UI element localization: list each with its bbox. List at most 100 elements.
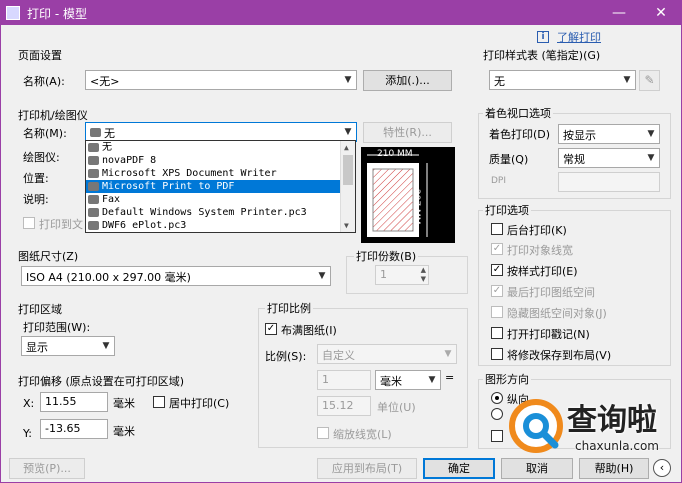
scale-unit2-label: 单位(U): [377, 401, 416, 414]
scale-unit-select[interactable]: 毫米 ▼: [375, 370, 441, 390]
plot-area-title: 打印区域: [18, 303, 62, 316]
plot-range-value: 显示: [26, 341, 48, 354]
scale-lineweights-checkbox[interactable]: 缩放线宽(L): [317, 426, 392, 442]
printer-option[interactable]: Default Windows System Printer.pc3: [86, 206, 340, 219]
background-plot-checkbox[interactable]: 后台打印(K): [491, 222, 567, 238]
paper-preview: 210 MM 297 MM: [361, 147, 455, 243]
shaded-viewport-title: 着色视口选项: [483, 105, 553, 121]
x-offset-input[interactable]: 11.55: [40, 392, 108, 412]
page-setup-name-value: <无>: [90, 75, 120, 88]
learn-printing-link[interactable]: 了解打印: [557, 29, 601, 45]
center-plot-label: 居中打印(C): [169, 397, 230, 410]
printer-option[interactable]: Microsoft XPS Document Writer: [86, 167, 340, 180]
chevron-down-icon: ▼: [428, 375, 436, 385]
scale-value1-input[interactable]: 1: [317, 370, 371, 390]
hide-paperspace-objects-checkbox[interactable]: 隐藏图纸空间对象(J): [491, 305, 607, 321]
chevron-down-icon: ▼: [444, 349, 452, 359]
scale-lineweights-label: 缩放线宽(L): [333, 428, 392, 441]
edit-plot-style-button[interactable]: ✎: [639, 70, 660, 91]
printer-properties-button[interactable]: 特性(R)...: [363, 122, 452, 143]
printer-dropdown-list[interactable]: 无 novaPDF 8 Microsoft XPS Document Write…: [85, 140, 356, 233]
printable-area: [372, 168, 414, 232]
close-button[interactable]: ✕: [647, 3, 675, 23]
chevron-down-icon: ▼: [344, 75, 352, 85]
watermark-title: 查询啦: [567, 403, 657, 438]
chevron-down-icon: ▼: [647, 153, 655, 163]
plot-with-styles-checkbox[interactable]: ✓ 按样式打印(E): [491, 263, 578, 279]
printer-icon: [88, 208, 99, 217]
plot-paperspace-last-checkbox[interactable]: ✓ 最后打印图纸空间: [491, 284, 595, 300]
dpi-input[interactable]: [558, 172, 660, 192]
printer-icon: [88, 182, 99, 191]
plot-range-label: 打印范围(W):: [23, 321, 91, 334]
printer-name-value: 无: [104, 127, 115, 140]
plot-range-select[interactable]: 显示 ▼: [21, 336, 115, 356]
center-plot-checkbox[interactable]: 居中打印(C): [153, 395, 229, 411]
location-label: 位置:: [23, 172, 49, 185]
printer-name-select[interactable]: 无 ▼: [85, 122, 357, 142]
ok-button[interactable]: 确定: [423, 458, 495, 479]
plot-scale-title: 打印比例: [265, 300, 313, 316]
printer-option[interactable]: Fax: [86, 193, 340, 206]
scale-unit-value: 毫米: [380, 375, 402, 388]
copies-title: 打印份数(B): [354, 248, 419, 264]
scroll-down-icon: ▼: [344, 221, 349, 230]
printer-option-selected[interactable]: Microsoft Print to PDF: [86, 180, 340, 193]
printer-icon: [88, 221, 99, 230]
printer-icon: [88, 156, 99, 165]
dropdown-scrollbar[interactable]: ▲ ▼: [340, 141, 355, 232]
print-to-file-checkbox[interactable]: 打印到文: [23, 216, 83, 232]
scroll-thumb[interactable]: [343, 155, 353, 185]
paper-size-title: 图纸尺寸(Z): [18, 250, 79, 263]
printer-icon: [88, 143, 99, 152]
fit-to-paper-label: 布满图纸(I): [281, 324, 337, 337]
fax-icon: [88, 195, 99, 204]
add-page-setup-button[interactable]: 添加(.)...: [363, 70, 452, 91]
plot-style-title: 打印样式表 (笔指定)(G): [483, 49, 601, 62]
printer-option[interactable]: 无: [86, 141, 340, 154]
plot-offset-title: 打印偏移 (原点设置在可打印区域): [18, 375, 185, 388]
apply-to-layout-button[interactable]: 应用到布局(T): [317, 458, 417, 479]
paper-size-select[interactable]: ISO A4 (210.00 x 297.00 毫米) ▼: [21, 266, 331, 286]
plot-style-select[interactable]: 无 ▼: [489, 70, 636, 90]
shade-plot-select[interactable]: 按显示 ▼: [558, 124, 660, 144]
page-setup-name-label: 名称(A):: [23, 75, 65, 88]
plot-stamp-checkbox[interactable]: 打开打印戳记(N): [491, 326, 590, 342]
save-changes-to-layout-checkbox[interactable]: 将修改保存到布局(V): [491, 347, 611, 363]
scale-label: 比例(S):: [265, 350, 307, 363]
chevron-down-icon: ▼: [318, 271, 326, 281]
y-offset-unit: 毫米: [113, 425, 135, 438]
scale-value: 自定义: [322, 349, 355, 362]
scale-value2-input[interactable]: 15.12: [317, 396, 371, 416]
preview-button[interactable]: 预览(P)...: [9, 458, 85, 479]
chevron-down-icon: ▼: [102, 341, 110, 351]
copies-stepper[interactable]: 1 ▲ ▼: [375, 265, 429, 285]
printer-option[interactable]: novaPDF 8: [86, 154, 340, 167]
y-offset-input[interactable]: -13.65: [40, 419, 108, 439]
quality-select[interactable]: 常规 ▼: [558, 148, 660, 168]
scroll-up-icon: ▲: [344, 143, 349, 152]
watermark: 查询啦 chaxunla.com: [509, 395, 679, 465]
search-logo-icon: [509, 399, 563, 453]
shade-plot-value: 按显示: [563, 129, 596, 142]
printer-name-label: 名称(M):: [23, 127, 67, 140]
printer-option[interactable]: DWF6 ePlot.pc3: [86, 219, 340, 232]
copies-value: 1: [380, 268, 387, 281]
scale-select[interactable]: 自定义 ▼: [317, 344, 457, 364]
page-setup-name-select[interactable]: <无> ▼: [85, 70, 357, 90]
plotter-label: 绘图仪:: [23, 151, 60, 164]
printer-icon: [90, 128, 101, 137]
chevron-down-icon: ▼: [623, 75, 631, 85]
printer-icon: [88, 169, 99, 178]
fit-to-paper-checkbox[interactable]: ✓ 布满图纸(I): [265, 322, 337, 338]
orientation-title: 图形方向: [483, 371, 531, 387]
quality-label: 质量(Q): [489, 153, 529, 166]
page-setup-title: 页面设置: [18, 49, 62, 62]
quality-value: 常规: [563, 153, 585, 166]
stepper-arrows-icon[interactable]: ▲ ▼: [421, 266, 426, 284]
plot-lineweights-checkbox[interactable]: ✓ 打印对象线宽: [491, 242, 573, 258]
printer-title: 打印机/绘图仪: [18, 109, 88, 122]
chevron-down-icon: ▼: [344, 127, 352, 137]
info-icon[interactable]: i: [537, 31, 549, 43]
minimize-button[interactable]: —: [605, 3, 633, 23]
